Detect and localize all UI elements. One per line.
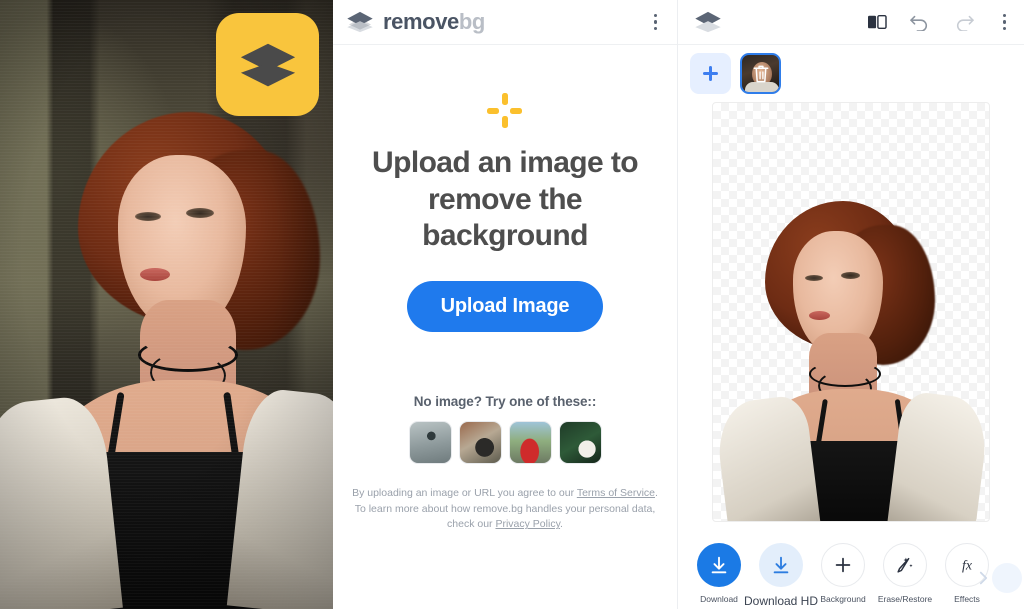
sample-images xyxy=(408,420,602,464)
editor-tools xyxy=(867,8,1013,37)
page-title: Upload an image to remove the background xyxy=(372,146,639,253)
layers-icon xyxy=(347,11,373,33)
editor-panel: Download Download HD Background Erase/Re… xyxy=(678,0,1024,609)
compare-split-icon[interactable] xyxy=(867,13,887,31)
brand-name-secondary: bg xyxy=(458,9,485,34)
legal-text: By uploading an image or URL you agree t… xyxy=(346,486,664,533)
cutout-lips xyxy=(809,311,830,320)
kebab-menu-icon[interactable] xyxy=(648,8,664,37)
editor-header xyxy=(678,0,1024,45)
app-screen: removebg Upload an image to remove the b… xyxy=(0,0,1024,609)
upload-body: Upload an image to remove the background… xyxy=(333,45,677,609)
upload-image-button[interactable]: Upload Image xyxy=(406,280,604,332)
kebab-menu-icon[interactable] xyxy=(997,8,1013,37)
scroll-hint[interactable] xyxy=(977,563,1022,593)
erase-restore-button[interactable]: Erase/Restore xyxy=(874,543,936,604)
undo-icon[interactable] xyxy=(909,13,931,31)
legal-part-1: By uploading an image or URL you agree t… xyxy=(352,486,577,499)
svg-text:fx: fx xyxy=(962,558,972,573)
brand[interactable]: removebg xyxy=(346,9,485,35)
result-canvas[interactable] xyxy=(712,102,990,522)
sample-mug[interactable] xyxy=(558,420,602,464)
download-hd-button[interactable]: Download HD xyxy=(744,543,818,608)
redo-icon[interactable] xyxy=(953,13,975,31)
background-button[interactable]: Background xyxy=(812,543,874,604)
layers-icon[interactable] xyxy=(694,11,722,33)
sample-animal[interactable] xyxy=(458,420,502,464)
upload-panel: removebg Upload an image to remove the b… xyxy=(333,0,678,609)
samples-label: No image? Try one of these:: xyxy=(413,393,597,409)
thumbnail-strip xyxy=(678,45,1024,100)
trash-icon[interactable] xyxy=(751,63,770,84)
source-photo-panel xyxy=(0,0,333,609)
legal-part-3: . xyxy=(560,518,563,531)
action-toolbar: Download Download HD Background Erase/Re… xyxy=(678,535,1024,609)
sample-person-flexing[interactable] xyxy=(408,420,452,464)
cutout-eye-left xyxy=(805,275,823,281)
terms-of-service-link[interactable]: Terms of Service xyxy=(577,487,655,499)
app-icon-tile[interactable] xyxy=(216,13,319,116)
image-thumbnail[interactable] xyxy=(740,53,781,94)
add-image-button[interactable] xyxy=(690,53,731,94)
effects-label: Effects xyxy=(954,594,980,604)
magic-wand-icon xyxy=(883,543,927,587)
sparkle-icon xyxy=(487,93,523,129)
layers-icon xyxy=(240,43,295,86)
cutout-eye-right xyxy=(841,272,860,279)
download-button[interactable]: Download xyxy=(688,543,750,604)
download-label: Download xyxy=(700,594,738,604)
privacy-policy-link[interactable]: Privacy Policy xyxy=(495,518,560,530)
upload-header: removebg xyxy=(333,0,677,45)
background-label: Background xyxy=(820,594,866,604)
next-action-partial xyxy=(992,563,1022,593)
brand-name-primary: remove xyxy=(383,9,459,34)
canvas-area xyxy=(678,100,1024,535)
sample-red-car[interactable] xyxy=(508,420,552,464)
erase-restore-label: Erase/Restore xyxy=(877,594,933,604)
plus-icon xyxy=(821,543,865,587)
download-icon xyxy=(759,543,803,587)
chevron-right-icon xyxy=(979,571,988,585)
download-hd-label: Download HD xyxy=(743,594,819,608)
download-icon xyxy=(697,543,741,587)
